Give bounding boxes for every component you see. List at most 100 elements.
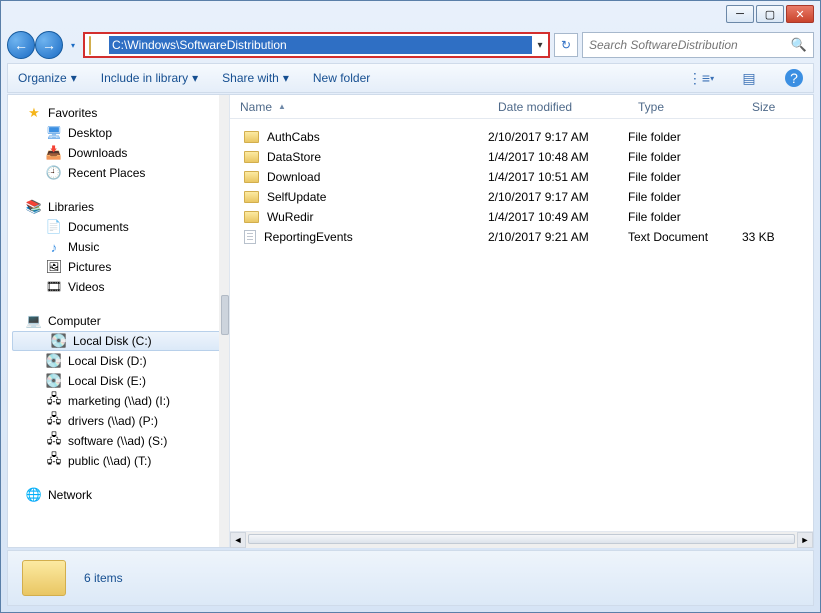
tree-recent-places[interactable]: 🕘Recent Places — [8, 163, 229, 183]
explorer-window: ─ ▢ ✕ ← → ▾ ▾ ↻ 🔍 Organize ▾ Include in … — [0, 0, 821, 613]
drive-icon: 💽 — [46, 353, 62, 369]
tree-net-software[interactable]: 🖧software (\\ad) (S:) — [8, 431, 229, 451]
col-date[interactable]: Date modified — [488, 100, 628, 114]
tree-favorites[interactable]: ★Favorites — [8, 103, 229, 123]
file-name: SelfUpdate — [267, 190, 326, 204]
videos-icon: 🎞 — [46, 279, 62, 295]
file-name: WuRedir — [267, 210, 313, 224]
tree-libraries[interactable]: 📚Libraries — [8, 197, 229, 217]
file-type: Text Document — [628, 230, 742, 244]
column-headers: Name▲ Date modified Type Size — [230, 95, 813, 119]
folder-icon — [244, 131, 259, 143]
tree-local-disk-e[interactable]: 💽Local Disk (E:) — [8, 371, 229, 391]
drive-icon: 💽 — [46, 373, 62, 389]
network-drive-icon: 🖧 — [46, 393, 62, 409]
new-folder-button[interactable]: New folder — [313, 71, 370, 85]
search-input[interactable] — [589, 38, 791, 52]
network-drive-icon: 🖧 — [46, 413, 62, 429]
list-item[interactable]: AuthCabs 2/10/2017 9:17 AMFile folder — [230, 127, 813, 147]
include-in-library-button[interactable]: Include in library ▾ — [101, 71, 198, 85]
forward-button[interactable]: → — [35, 31, 63, 59]
pictures-icon: 🖼 — [46, 259, 62, 275]
close-button[interactable]: ✕ — [786, 5, 814, 23]
search-box[interactable]: 🔍 — [582, 32, 814, 58]
tree-local-disk-d[interactable]: 💽Local Disk (D:) — [8, 351, 229, 371]
file-name: AuthCabs — [267, 130, 320, 144]
scroll-thumb[interactable] — [248, 534, 795, 544]
tree-desktop[interactable]: 🖥Desktop — [8, 123, 229, 143]
tree-videos[interactable]: 🎞Videos — [8, 277, 229, 297]
help-button[interactable]: ? — [785, 69, 803, 87]
network-icon: 🌐 — [26, 487, 42, 503]
star-icon: ★ — [26, 105, 42, 121]
document-icon — [244, 230, 256, 244]
sort-asc-icon: ▲ — [278, 102, 286, 111]
organize-button[interactable]: Organize ▾ — [18, 71, 77, 85]
tree-downloads[interactable]: 📥Downloads — [8, 143, 229, 163]
tree-net-marketing[interactable]: 🖧marketing (\\ad) (I:) — [8, 391, 229, 411]
computer-icon: 💻 — [26, 313, 42, 329]
file-date: 2/10/2017 9:17 AM — [488, 190, 628, 204]
history-dropdown[interactable]: ▾ — [67, 31, 79, 59]
maximize-button[interactable]: ▢ — [756, 5, 784, 23]
scroll-thumb[interactable] — [221, 295, 229, 335]
tree-local-disk-c[interactable]: 💽Local Disk (C:) — [12, 331, 225, 351]
list-item[interactable]: Download 1/4/2017 10:51 AMFile folder — [230, 167, 813, 187]
scroll-left-button[interactable]: ◄ — [230, 532, 246, 548]
downloads-icon: 📥 — [46, 145, 62, 161]
file-type: File folder — [628, 170, 742, 184]
item-count: 6 items — [84, 571, 123, 585]
command-toolbar: Organize ▾ Include in library ▾ Share wi… — [7, 63, 814, 93]
status-bar: 6 items — [7, 550, 814, 606]
recent-icon: 🕘 — [46, 165, 62, 181]
address-dropdown[interactable]: ▾ — [532, 40, 548, 51]
tree-pictures[interactable]: 🖼Pictures — [8, 257, 229, 277]
refresh-button[interactable]: ↻ — [554, 33, 578, 57]
scroll-right-button[interactable]: ► — [797, 532, 813, 548]
address-input[interactable] — [109, 36, 532, 54]
libraries-icon: 📚 — [26, 199, 42, 215]
list-item[interactable]: SelfUpdate 2/10/2017 9:17 AMFile folder — [230, 187, 813, 207]
change-view-button[interactable]: ⋮≡ ▾ — [689, 68, 713, 88]
tree-net-drivers[interactable]: 🖧drivers (\\ad) (P:) — [8, 411, 229, 431]
tree-network[interactable]: 🌐Network — [8, 485, 229, 505]
drive-icon: 💽 — [51, 333, 67, 349]
folder-icon — [244, 171, 259, 183]
tree-computer[interactable]: 💻Computer — [8, 311, 229, 331]
desktop-icon: 🖥 — [46, 125, 62, 141]
tree-scrollbar[interactable] — [219, 95, 229, 547]
navigation-bar: ← → ▾ ▾ ↻ 🔍 — [7, 29, 814, 61]
file-name: DataStore — [267, 150, 321, 164]
file-type: File folder — [628, 210, 742, 224]
file-type: File folder — [628, 190, 742, 204]
file-date: 2/10/2017 9:17 AM — [488, 130, 628, 144]
share-with-button[interactable]: Share with ▾ — [222, 71, 289, 85]
folder-icon — [244, 211, 259, 223]
col-name[interactable]: Name▲ — [230, 100, 488, 114]
list-item[interactable]: ReportingEvents2/10/2017 9:21 AMText Doc… — [230, 227, 813, 247]
navigation-pane[interactable]: ★Favorites 🖥Desktop 📥Downloads 🕘Recent P… — [8, 95, 230, 547]
list-item[interactable]: WuRedir 1/4/2017 10:49 AMFile folder — [230, 207, 813, 227]
preview-pane-button[interactable]: ▤ — [737, 68, 761, 88]
file-date: 1/4/2017 10:49 AM — [488, 210, 628, 224]
back-button[interactable]: ← — [7, 31, 35, 59]
file-type: File folder — [628, 150, 742, 164]
file-size: 33 KB — [742, 230, 792, 244]
file-list: Name▲ Date modified Type Size AuthCabs 2/… — [230, 95, 813, 547]
col-size[interactable]: Size — [742, 100, 792, 114]
list-item[interactable]: DataStore1/4/2017 10:48 AMFile folder — [230, 147, 813, 167]
file-name: Download — [267, 170, 320, 184]
tree-documents[interactable]: 📄Documents — [8, 217, 229, 237]
tree-net-public[interactable]: 🖧public (\\ad) (T:) — [8, 451, 229, 471]
folder-icon — [244, 151, 259, 163]
minimize-button[interactable]: ─ — [726, 5, 754, 23]
col-type[interactable]: Type — [628, 100, 742, 114]
tree-music[interactable]: ♪Music — [8, 237, 229, 257]
file-type: File folder — [628, 130, 742, 144]
file-name: ReportingEvents — [264, 230, 353, 244]
file-date: 1/4/2017 10:51 AM — [488, 170, 628, 184]
chevron-down-icon: ▾ — [283, 71, 289, 85]
search-icon[interactable]: 🔍 — [791, 37, 807, 53]
address-bar[interactable]: ▾ — [83, 32, 550, 58]
horizontal-scrollbar[interactable]: ◄ ► — [230, 531, 813, 547]
